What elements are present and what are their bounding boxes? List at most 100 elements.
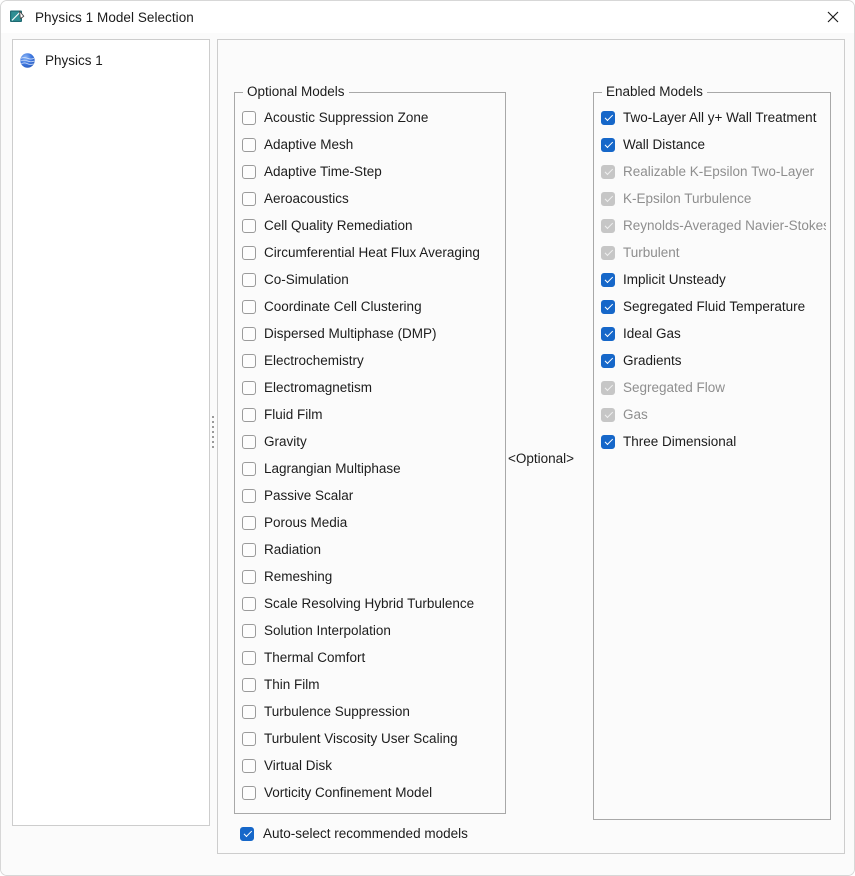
optional-models-list[interactable]: Acoustic Suppression Zone Adaptive Mesh Ad…	[242, 104, 501, 809]
checkbox-indicator	[242, 218, 256, 233]
optional-model-gravity[interactable]: Gravity	[242, 428, 501, 455]
checkbox-indicator	[242, 245, 256, 260]
checkbox-indicator	[601, 380, 615, 395]
checkbox-label: Segregated Fluid Temperature	[623, 298, 806, 314]
enabled-model-three-dimensional[interactable]: Three Dimensional	[601, 428, 826, 455]
checkbox-indicator	[242, 623, 256, 638]
optional-model-virtual-disk[interactable]: Virtual Disk	[242, 752, 501, 779]
optional-model-circumferential-heat-flux-averaging[interactable]: Circumferential Heat Flux Averaging	[242, 239, 501, 266]
checkbox-label: Vorticity Confinement Model	[264, 784, 433, 800]
optional-model-thermal-comfort[interactable]: Thermal Comfort	[242, 644, 501, 671]
checkbox-label: Adaptive Mesh	[264, 136, 354, 152]
window-title: Physics 1 Model Selection	[35, 9, 194, 25]
optional-model-fluid-film[interactable]: Fluid Film	[242, 401, 501, 428]
checkbox-indicator	[242, 326, 256, 341]
optional-model-turbulent-viscosity-user-scaling[interactable]: Turbulent Viscosity User Scaling	[242, 725, 501, 752]
physics-sphere-icon	[19, 52, 36, 69]
enabled-model-two-layer-all-y-wall-treatment[interactable]: Two-Layer All y+ Wall Treatment	[601, 104, 826, 131]
enabled-model-ideal-gas[interactable]: Ideal Gas	[601, 320, 826, 347]
optional-model-adaptive-time-step[interactable]: Adaptive Time-Step	[242, 158, 501, 185]
optional-model-electrochemistry[interactable]: Electrochemistry	[242, 347, 501, 374]
enabled-model-gradients[interactable]: Gradients	[601, 347, 826, 374]
optional-model-passive-scalar[interactable]: Passive Scalar	[242, 482, 501, 509]
checkbox-indicator	[601, 407, 615, 422]
checkbox-indicator	[601, 326, 615, 341]
checkbox-indicator	[242, 164, 256, 179]
optional-model-radiation[interactable]: Radiation	[242, 536, 501, 563]
optional-models-group: Optional Models Acoustic Suppression Zon…	[234, 84, 506, 814]
checkbox-label: Aeroacoustics	[264, 190, 349, 206]
checkbox-label: Reynolds-Averaged Navier-Stokes	[623, 217, 826, 233]
optional-model-acoustic-suppression-zone[interactable]: Acoustic Suppression Zone	[242, 104, 501, 131]
optional-model-turbulence-suppression[interactable]: Turbulence Suppression	[242, 698, 501, 725]
optional-model-aeroacoustics[interactable]: Aeroacoustics	[242, 185, 501, 212]
dialog-footer: Close Help	[1, 831, 854, 875]
optional-model-coordinate-cell-clustering[interactable]: Coordinate Cell Clustering	[242, 293, 501, 320]
optional-model-vorticity-confinement-model[interactable]: Vorticity Confinement Model	[242, 779, 501, 806]
checkbox-label: Thermal Comfort	[264, 649, 366, 665]
tree-item-label: Physics 1	[45, 52, 103, 68]
checkbox-label: Circumferential Heat Flux Averaging	[264, 244, 480, 260]
checkbox-label: Lagrangian Multiphase	[264, 460, 401, 476]
checkbox-indicator	[242, 650, 256, 665]
checkbox-indicator	[601, 434, 615, 449]
checkbox-label: Fluid Film	[264, 406, 323, 422]
optional-model-lagrangian-multiphase[interactable]: Lagrangian Multiphase	[242, 455, 501, 482]
enabled-model-segregated-fluid-temperature[interactable]: Segregated Fluid Temperature	[601, 293, 826, 320]
checkbox-indicator	[242, 704, 256, 719]
optional-model-scale-resolving-hybrid-turbulence[interactable]: Scale Resolving Hybrid Turbulence	[242, 590, 501, 617]
checkbox-label: Solution Interpolation	[264, 622, 391, 638]
checkbox-label: Realizable K-Epsilon Two-Layer	[623, 163, 815, 179]
enabled-model-implicit-unsteady[interactable]: Implicit Unsteady	[601, 266, 826, 293]
close-icon[interactable]	[810, 2, 854, 33]
checkbox-indicator	[242, 596, 256, 611]
models-panel: Optional Models Acoustic Suppression Zon…	[217, 39, 845, 854]
enabled-model-segregated-flow: Segregated Flow	[601, 374, 826, 401]
checkbox-label: Electromagnetism	[264, 379, 373, 395]
optional-model-co-simulation[interactable]: Co-Simulation	[242, 266, 501, 293]
optional-model-remeshing[interactable]: Remeshing	[242, 563, 501, 590]
optional-model-solution-interpolation[interactable]: Solution Interpolation	[242, 617, 501, 644]
checkbox-label: Turbulent	[623, 244, 680, 260]
checkbox-label: Virtual Disk	[264, 757, 333, 773]
checkbox-indicator	[242, 380, 256, 395]
checkbox-label: Acoustic Suppression Zone	[264, 109, 429, 125]
optional-model-thin-film[interactable]: Thin Film	[242, 671, 501, 698]
splitter-grip	[212, 415, 214, 450]
checkbox-indicator	[242, 407, 256, 422]
optional-separator-label: <Optional>	[507, 451, 575, 466]
panel-splitter[interactable]	[210, 39, 216, 826]
tree-item-physics-1[interactable]: Physics 1	[13, 48, 209, 72]
enabled-model-turbulent: Turbulent	[601, 239, 826, 266]
checkbox-label: Turbulence Suppression	[264, 703, 410, 719]
optional-model-porous-media[interactable]: Porous Media	[242, 509, 501, 536]
enabled-models-title: Enabled Models	[602, 84, 707, 99]
enabled-models-group: Enabled Models Two-Layer All y+ Wall Tre…	[593, 84, 831, 820]
checkbox-indicator	[242, 272, 256, 287]
checkbox-label: Electrochemistry	[264, 352, 364, 368]
checkbox-indicator	[242, 191, 256, 206]
title-bar: Physics 1 Model Selection	[1, 1, 854, 33]
dialog-window: Physics 1 Model Selection Physics 1 Opti…	[0, 0, 855, 876]
optional-model-adaptive-mesh[interactable]: Adaptive Mesh	[242, 131, 501, 158]
checkbox-label: Gradients	[623, 352, 682, 368]
enabled-models-list[interactable]: Two-Layer All y+ Wall Treatment Wall Dist…	[601, 104, 826, 815]
checkbox-indicator	[242, 488, 256, 503]
checkbox-label: Scale Resolving Hybrid Turbulence	[264, 595, 475, 611]
physics-tree-panel[interactable]: Physics 1	[12, 39, 210, 826]
checkbox-indicator	[601, 272, 615, 287]
checkbox-label: Passive Scalar	[264, 487, 354, 503]
checkbox-label: Ideal Gas	[623, 325, 681, 341]
optional-model-electromagnetism[interactable]: Electromagnetism	[242, 374, 501, 401]
checkbox-indicator	[242, 137, 256, 152]
optional-model-dispersed-multiphase-dmp[interactable]: Dispersed Multiphase (DMP)	[242, 320, 501, 347]
physics-model-icon	[9, 8, 27, 26]
optional-model-cell-quality-remediation[interactable]: Cell Quality Remediation	[242, 212, 501, 239]
enabled-model-k-epsilon-turbulence: K-Epsilon Turbulence	[601, 185, 826, 212]
checkbox-indicator	[601, 164, 615, 179]
dialog-body: Physics 1 Optional Models Acoustic Suppr…	[1, 33, 854, 875]
checkbox-indicator	[242, 353, 256, 368]
enabled-model-wall-distance[interactable]: Wall Distance	[601, 131, 826, 158]
checkbox-indicator	[601, 110, 615, 125]
checkbox-label: Segregated Flow	[623, 379, 726, 395]
